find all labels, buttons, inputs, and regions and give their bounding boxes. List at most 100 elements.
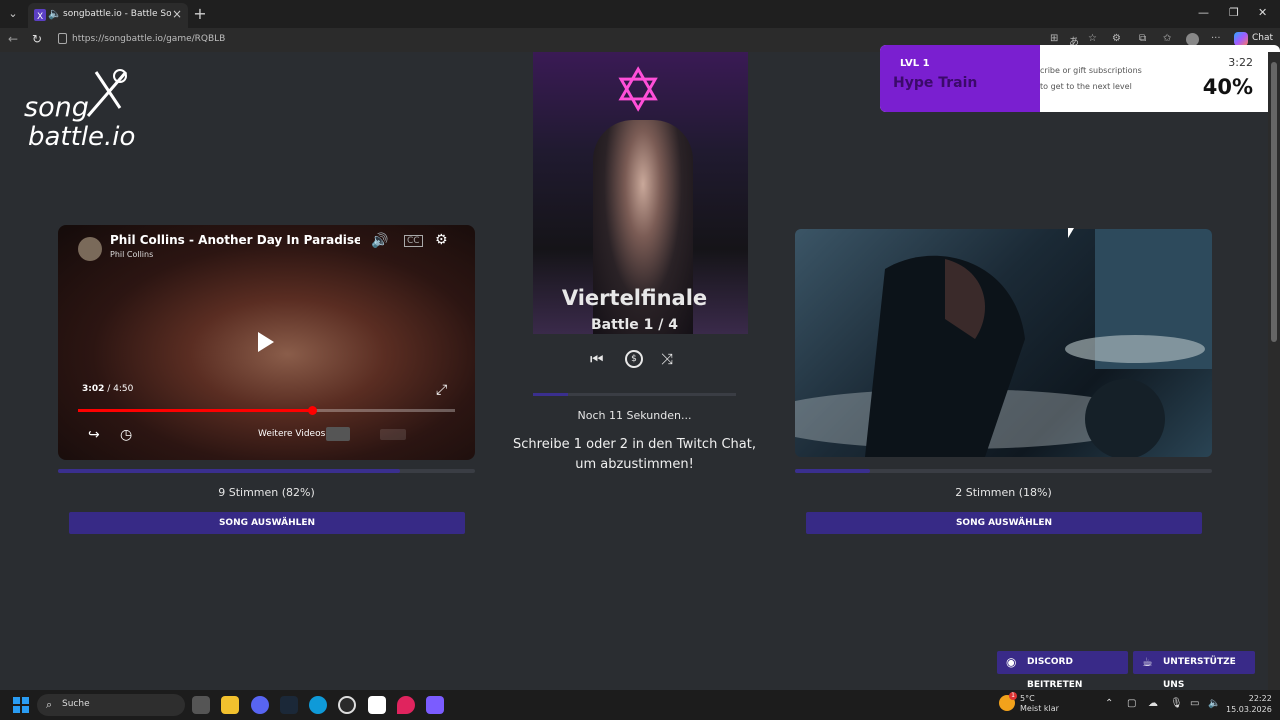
- close-window-icon[interactable]: ✕: [1258, 6, 1267, 19]
- minimize-icon[interactable]: —: [1198, 6, 1209, 19]
- lock-icon: [58, 33, 67, 44]
- network-icon[interactable]: ▭: [1190, 698, 1199, 709]
- browser-tab-bar: ⌄ X 🔈 songbattle.io - Battle Songs a × +…: [0, 0, 1280, 28]
- svg-text:X: X: [37, 12, 43, 21]
- channel-name[interactable]: Phil Collins: [110, 250, 153, 259]
- steam-icon[interactable]: [280, 696, 298, 714]
- kofi-cup-icon: ☕: [1142, 655, 1153, 669]
- notion-icon[interactable]: [368, 696, 386, 714]
- fullscreen-icon[interactable]: ⤢: [436, 382, 447, 398]
- watch-later-icon[interactable]: ◷: [120, 427, 132, 443]
- tray-app-icon[interactable]: ▢: [1127, 698, 1136, 709]
- reload-icon[interactable]: ↻: [32, 32, 42, 46]
- audio-playing-icon[interactable]: 🔈: [48, 7, 62, 20]
- taskbar-search[interactable]: ⌕ Suche: [37, 694, 185, 716]
- previous-icon[interactable]: ⏮: [590, 350, 604, 368]
- logo-text-song: song: [24, 92, 89, 123]
- youtube-logo-icon[interactable]: [380, 429, 406, 440]
- neon-star-decoration: ✡: [613, 56, 664, 126]
- windows-start-icon[interactable]: [13, 697, 29, 713]
- video-scrubber-knob[interactable]: [307, 406, 317, 415]
- support-button[interactable]: ☕ UNTERSTÜTZE UNS: [1133, 651, 1255, 690]
- battle-counter: Battle 1 / 4: [590, 317, 678, 333]
- shuffle-icon[interactable]: ⤨: [661, 350, 673, 368]
- right-vote-count: 2 Stimmen (18%): [955, 486, 1052, 499]
- app-icon[interactable]: [426, 696, 444, 714]
- mouse-cursor: [1068, 228, 1074, 238]
- new-tab-icon[interactable]: +: [192, 4, 208, 23]
- hype-train-message-line2: to get to the next level: [1040, 82, 1132, 91]
- hype-train-overlay: LVL 1 Hype Train cribe or gift subscript…: [880, 45, 1280, 112]
- close-tab-icon[interactable]: ×: [172, 7, 182, 21]
- task-view-icon[interactable]: [192, 696, 210, 714]
- captions-icon[interactable]: CC: [404, 235, 423, 247]
- play-icon[interactable]: [258, 332, 274, 352]
- right-video-player[interactable]: [795, 229, 1212, 457]
- right-select-song-button[interactable]: SONG AUSWÄHLEN: [806, 512, 1202, 534]
- discord-button-label: DISCORD BEITRETEN: [1027, 657, 1083, 690]
- file-explorer-icon[interactable]: [221, 696, 239, 714]
- weather-text[interactable]: 5°C Meist klar: [1020, 694, 1059, 714]
- hype-train-level: LVL 1: [900, 58, 930, 69]
- logo-text-battle: battle.io: [28, 122, 136, 152]
- left-select-song-button[interactable]: SONG AUSWÄHLEN: [69, 512, 465, 534]
- left-vote-bar: [58, 469, 475, 473]
- discord-button[interactable]: ◉ DISCORD BEITRETEN: [997, 651, 1128, 690]
- left-vote-fill: [58, 469, 400, 473]
- clock-date: 15.03.2026: [1226, 705, 1272, 714]
- extensions-icon[interactable]: ⚙: [1112, 33, 1121, 44]
- volume-tray-icon[interactable]: 🔈: [1208, 698, 1220, 709]
- windows-taskbar: ⌕ Suche 1 5°C Meist klar ⌃ ▢ ☁ 🎙 ▭ 🔈 22:…: [0, 690, 1280, 720]
- copilot-icon[interactable]: [1234, 32, 1248, 46]
- video-progress-bar[interactable]: [78, 406, 455, 415]
- songbattle-favicon-icon: X: [34, 9, 46, 21]
- more-videos-label[interactable]: Weitere Videos: [258, 429, 325, 439]
- left-vote-count: 9 Stimmen (82%): [218, 486, 315, 499]
- video-time: 3:02 / 4:50: [82, 384, 134, 394]
- saxophone-logo-icon: [86, 69, 128, 117]
- app-available-icon[interactable]: ⊞: [1050, 33, 1058, 44]
- time-current: 3:02: [82, 384, 105, 394]
- donate-icon[interactable]: $: [625, 350, 643, 368]
- search-icon: ⌕: [46, 698, 53, 711]
- onedrive-icon[interactable]: ☁: [1148, 698, 1158, 709]
- video-title[interactable]: Phil Collins - Another Day In Paradise (…: [110, 233, 360, 247]
- favorites-icon[interactable]: ✩: [1163, 33, 1171, 44]
- page-content: song battle.io Phil Collins - Another Da…: [0, 52, 1280, 690]
- favorite-star-icon[interactable]: ☆: [1088, 33, 1097, 44]
- browser-tab[interactable]: X 🔈 songbattle.io - Battle Songs a ×: [28, 3, 188, 28]
- share-icon[interactable]: ↪: [88, 427, 100, 443]
- url-text: https://songbattle.io/game/RQBLB: [72, 34, 226, 44]
- channel-avatar[interactable]: [78, 237, 102, 261]
- support-button-label: UNTERSTÜTZE UNS: [1163, 657, 1236, 690]
- url-bar[interactable]: https://songbattle.io/game/RQBLB: [50, 30, 530, 50]
- search-label: Suche: [62, 699, 90, 709]
- hype-train-name: Hype Train: [893, 75, 978, 91]
- tray-overflow-icon[interactable]: ⌃: [1105, 698, 1113, 709]
- right-vote-bar: [795, 469, 1212, 473]
- vote-timer-fill: [533, 393, 568, 396]
- chat-label[interactable]: Chat: [1252, 33, 1273, 43]
- edge-icon[interactable]: [309, 696, 327, 714]
- microphone-icon[interactable]: 🎙: [1170, 698, 1183, 709]
- system-clock[interactable]: 22:22 15.03.2026: [1226, 693, 1272, 715]
- volume-icon[interactable]: 🔊: [371, 233, 388, 249]
- left-video-player[interactable]: Phil Collins - Another Day In Paradise (…: [58, 225, 475, 460]
- tab-actions-icon[interactable]: ⌄: [4, 5, 22, 23]
- discord-taskbar-icon[interactable]: [251, 696, 269, 714]
- page-scrollbar[interactable]: [1268, 52, 1280, 690]
- split-screen-icon[interactable]: ⧉: [1139, 33, 1146, 44]
- settings-gear-icon[interactable]: ⚙: [435, 232, 448, 248]
- back-icon[interactable]: ←: [8, 32, 18, 46]
- discord-icon: ◉: [1006, 655, 1017, 669]
- round-title: Viertelfinale: [561, 286, 708, 310]
- location-app-icon[interactable]: [397, 696, 415, 714]
- songbattle-logo[interactable]: song battle.io: [22, 64, 152, 152]
- scrollbar-thumb[interactable]: [1271, 62, 1277, 342]
- more-menu-icon[interactable]: ···: [1211, 33, 1221, 44]
- restore-icon[interactable]: ❐: [1229, 6, 1239, 19]
- weather-badge: 1: [1009, 692, 1017, 700]
- more-videos-thumbnail[interactable]: [326, 427, 350, 441]
- obs-icon[interactable]: [338, 696, 356, 714]
- vote-instructions: Schreibe 1 oder 2 in den Twitch Chat, um…: [513, 437, 756, 472]
